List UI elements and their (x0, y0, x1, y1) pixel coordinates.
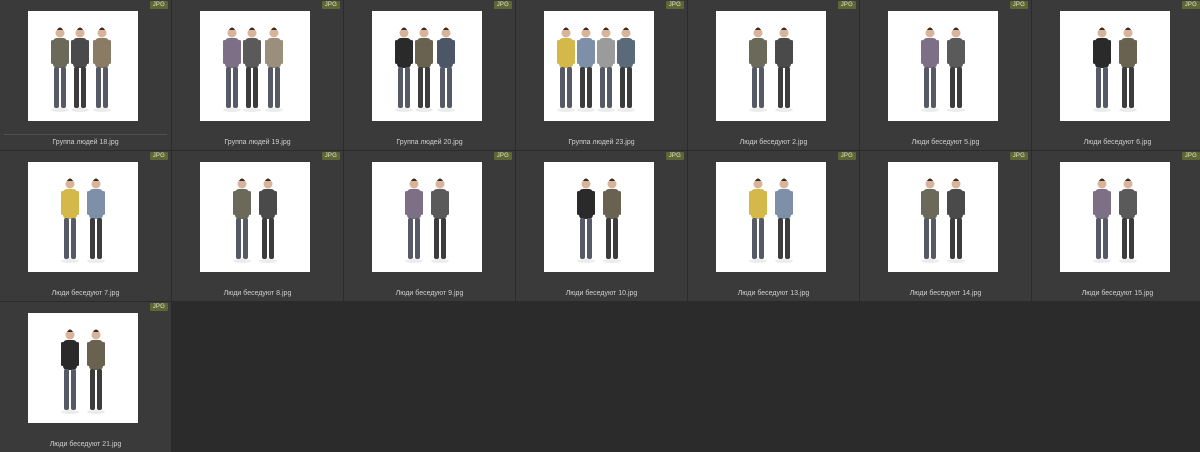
people-talking-photo-icon[interactable] (888, 162, 998, 272)
file-type-badge: JPG (1181, 1, 1200, 9)
file-type-badge: JPG (321, 152, 340, 160)
file-tile[interactable]: JPG Люди беседуют 8.jpg (172, 151, 343, 301)
file-name-label[interactable]: Люди беседуют 21.jpg (0, 440, 171, 449)
file-tile[interactable]: JPG Люди беседуют 15.jpg (1032, 151, 1200, 301)
file-name-label[interactable]: Люди беседуют 6.jpg (1032, 138, 1200, 147)
file-name-label[interactable]: Группа людей 20.jpg (344, 138, 515, 147)
file-name-label[interactable]: Группа людей 19.jpg (172, 138, 343, 147)
people-talking-photo-icon[interactable] (28, 162, 138, 272)
file-name-label[interactable]: Группа людей 18.jpg (0, 138, 171, 147)
file-type-badge: JPG (1009, 152, 1028, 160)
file-type-badge: JPG (149, 1, 168, 9)
group-photo-icon[interactable] (372, 11, 482, 121)
file-name-label[interactable]: Люди беседуют 14.jpg (860, 289, 1031, 298)
file-type-badge: JPG (493, 1, 512, 9)
people-talking-photo-icon[interactable] (1060, 162, 1170, 272)
file-type-badge: JPG (1181, 152, 1200, 160)
file-tile[interactable]: JPG Люди беседуют 7.jpg (0, 151, 171, 301)
people-talking-photo-icon[interactable] (1060, 11, 1170, 121)
file-name-label[interactable]: Люди беседуют 10.jpg (516, 289, 687, 298)
file-tile[interactable]: JPG Люди беседуют 10.jpg (516, 151, 687, 301)
file-tile[interactable]: JPG Люди беседуют 14.jpg (860, 151, 1031, 301)
people-talking-photo-icon[interactable] (888, 11, 998, 121)
file-type-badge: JPG (149, 152, 168, 160)
people-talking-photo-icon[interactable] (716, 162, 826, 272)
file-type-badge: JPG (837, 152, 856, 160)
file-tile[interactable]: JPG Люди беседуют 21.jpg (0, 302, 171, 452)
group-photo-icon[interactable] (28, 11, 138, 121)
file-type-badge: JPG (665, 1, 684, 9)
file-name-label[interactable]: Группа людей 23.jpg (516, 138, 687, 147)
file-type-badge: JPG (321, 1, 340, 9)
file-name-label[interactable]: Люди беседуют 9.jpg (344, 289, 515, 298)
group-photo-icon[interactable] (544, 11, 654, 121)
file-name-label[interactable]: Люди беседуют 15.jpg (1032, 289, 1200, 298)
group-photo-icon[interactable] (200, 11, 310, 121)
file-type-badge: JPG (493, 152, 512, 160)
file-tile[interactable]: JPG Группа людей 19.jpg (172, 0, 343, 150)
file-type-badge: JPG (837, 1, 856, 9)
file-type-badge: JPG (665, 152, 684, 160)
file-tile[interactable]: JPG Люди беседуют 6.jpg (1032, 0, 1200, 150)
file-tile[interactable]: JPG Люди беседуют 5.jpg (860, 0, 1031, 150)
file-type-badge: JPG (149, 303, 168, 311)
file-name-label[interactable]: Люди беседуют 13.jpg (688, 289, 859, 298)
people-talking-photo-icon[interactable] (544, 162, 654, 272)
file-tile[interactable]: JPG Группа людей 18.jpg (0, 0, 171, 150)
file-name-label[interactable]: Люди беседуют 2.jpg (688, 138, 859, 147)
file-tile[interactable]: JPG Люди беседуют 13.jpg (688, 151, 859, 301)
thumbnail-grid: JPG Группа людей 18.jpg JPG Группа людей 19… (0, 0, 1200, 452)
file-name-label[interactable]: Люди беседуют 5.jpg (860, 138, 1031, 147)
file-type-badge: JPG (1009, 1, 1028, 9)
file-tile[interactable]: JPG Группа людей 23.jpg (516, 0, 687, 150)
file-name-label[interactable]: Люди беседуют 8.jpg (172, 289, 343, 298)
people-talking-photo-icon[interactable] (200, 162, 310, 272)
file-tile[interactable]: JPG Люди беседуют 2.jpg (688, 0, 859, 150)
selection-underline (4, 134, 167, 135)
file-tile[interactable]: JPG Люди беседуют 9.jpg (344, 151, 515, 301)
people-talking-photo-icon[interactable] (372, 162, 482, 272)
people-talking-photo-icon[interactable] (28, 313, 138, 423)
file-name-label[interactable]: Люди беседуют 7.jpg (0, 289, 171, 298)
people-talking-photo-icon[interactable] (716, 11, 826, 121)
file-tile[interactable]: JPG Группа людей 20.jpg (344, 0, 515, 150)
